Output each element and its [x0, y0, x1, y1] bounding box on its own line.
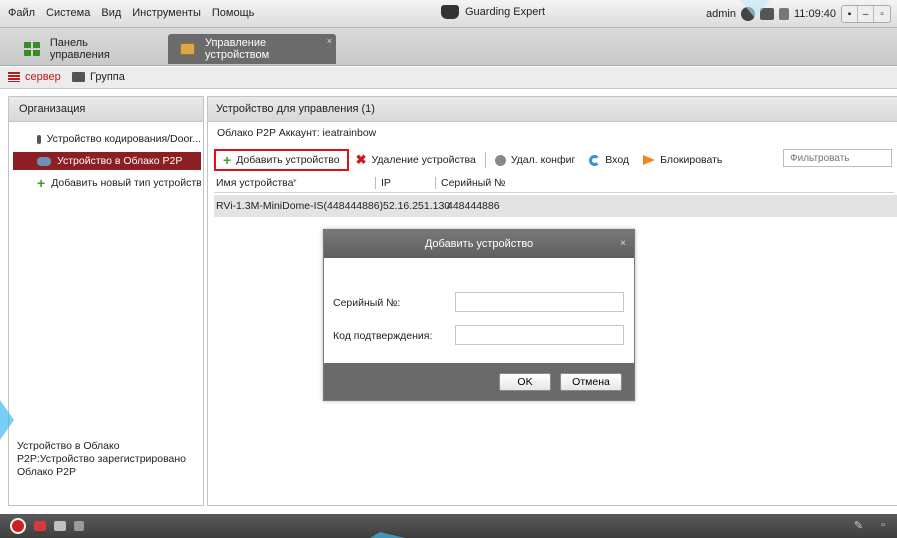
- tab-close-icon[interactable]: ×: [327, 36, 332, 46]
- delete-device-button[interactable]: ✖ Удаление устройства: [349, 149, 483, 171]
- tree-item-label: Добавить новый тип устройств: [51, 177, 201, 189]
- alarm-icon[interactable]: [10, 518, 26, 534]
- menu-view[interactable]: Вид: [101, 7, 121, 19]
- menu-list: Файл Система Вид Инструменты Помощь: [8, 7, 254, 19]
- tree-item-p2p-cloud-device[interactable]: Устройство в Облако P2P: [13, 152, 201, 170]
- cell-ip: 52.16.251.130: [383, 200, 451, 212]
- window-controls: ▪ – ▫: [841, 5, 891, 23]
- window-icon[interactable]: ▫: [881, 519, 885, 532]
- group-icon: [72, 72, 85, 82]
- lock-icon[interactable]: ▪: [842, 6, 858, 22]
- subtab-label: сервер: [25, 71, 61, 83]
- subtab-label: Группа: [90, 71, 125, 83]
- tab-label: Управление устройством: [204, 37, 270, 61]
- status-bar: ✎ ▫: [0, 514, 897, 538]
- device-type-description: Устройство в Облако P2P:Устройство зарег…: [17, 440, 187, 478]
- column-device-name[interactable]: Имя устройства: [216, 177, 293, 189]
- table-header: ▾ Имя устройства IP Серийный №: [214, 173, 894, 193]
- app-title: Guarding Expert: [465, 6, 546, 18]
- table-row[interactable]: RVi-1.3M-MiniDome-IS(448444886) 52.16.25…: [214, 195, 897, 217]
- delete-device-label: Удаление устройства: [371, 154, 476, 166]
- organization-panel: Организация Устройство кодирования/Door.…: [8, 96, 204, 506]
- login-button[interactable]: Вход: [582, 149, 636, 171]
- cell-device-name: RVi-1.3M-MiniDome-IS(448444886): [216, 200, 384, 212]
- verification-code-label: Код подтверждения:: [333, 330, 433, 342]
- pin-icon[interactable]: ✎: [854, 519, 863, 532]
- guarding-expert-logo-icon: [441, 5, 459, 19]
- menu-bar: Файл Система Вид Инструменты Помощь Guar…: [0, 0, 897, 28]
- menu-file[interactable]: Файл: [8, 7, 35, 19]
- column-ip[interactable]: IP: [381, 177, 391, 189]
- sub-tab-bar: сервер Группа: [0, 67, 897, 89]
- block-label: Блокировать: [660, 154, 723, 166]
- tab-bar: Панель управления Управление устройством…: [0, 28, 897, 66]
- menu-system[interactable]: Система: [46, 7, 90, 19]
- gear-icon: [494, 154, 506, 166]
- network-icon[interactable]: [740, 7, 755, 21]
- tree-item-add-device-type[interactable]: + Добавить новый тип устройств: [13, 174, 201, 192]
- block-button[interactable]: Блокировать: [636, 149, 729, 171]
- menu-help[interactable]: Помощь: [212, 7, 255, 19]
- tab-device-management[interactable]: Управление устройством ×: [168, 34, 336, 64]
- clock: 11:09:40: [793, 8, 836, 20]
- column-divider[interactable]: [435, 177, 436, 189]
- add-device-label: Добавить устройство: [236, 154, 340, 166]
- cell-serial: 448444886: [447, 200, 500, 212]
- add-device-dialog: Добавить устройство × Серийный №: Код по…: [323, 229, 635, 401]
- remote-config-label: Удал. конфиг: [510, 154, 576, 166]
- close-icon[interactable]: ×: [620, 230, 626, 258]
- delete-icon: ✖: [355, 152, 367, 167]
- restore-icon[interactable]: ▫: [874, 6, 890, 22]
- toolbar-divider: [484, 152, 486, 168]
- minimize-icon[interactable]: –: [858, 6, 874, 22]
- sound-icon[interactable]: [74, 521, 84, 531]
- login-label: Вход: [605, 154, 630, 166]
- cloud-device-icon: [37, 156, 51, 166]
- tab-label: Панель управления: [49, 37, 110, 61]
- ok-button[interactable]: OK: [499, 373, 551, 391]
- organization-title: Организация: [9, 97, 203, 122]
- subtab-group[interactable]: Группа: [72, 71, 125, 83]
- add-device-button[interactable]: + Добавить устройство: [214, 149, 349, 171]
- status-icons: [10, 518, 84, 534]
- control-panel-icon: [24, 42, 40, 56]
- dialog-header[interactable]: Добавить устройство ×: [324, 230, 634, 258]
- devices-title: Устройство для управления (1): [208, 97, 897, 122]
- menu-tools[interactable]: Инструменты: [132, 7, 201, 19]
- serial-field[interactable]: [455, 292, 624, 312]
- server-icon: [8, 72, 20, 82]
- cancel-button[interactable]: Отмена: [560, 373, 622, 391]
- image-icon[interactable]: [54, 521, 66, 531]
- filter-input[interactable]: [783, 149, 892, 167]
- device-management-icon: [180, 43, 195, 55]
- status-right-icons: ✎ ▫: [854, 519, 885, 532]
- dialog-footer: OK Отмена: [324, 363, 634, 400]
- rate-icon[interactable]: [778, 8, 789, 20]
- subtab-server[interactable]: сервер: [8, 71, 61, 83]
- plus-icon: +: [223, 152, 232, 168]
- block-icon: [643, 155, 656, 165]
- sort-arrow-icon[interactable]: ▾: [293, 177, 297, 185]
- device-toolbar: + Добавить устройство ✖ Удаление устройс…: [214, 149, 729, 171]
- plus-icon: +: [37, 175, 46, 191]
- top-right-status: admin 11:09:40 ▪ – ▫: [706, 5, 891, 23]
- remote-config-button[interactable]: Удал. конфиг: [488, 149, 582, 171]
- tree-item-label: Устройство в Облако P2P: [57, 155, 183, 167]
- app-brand: Guarding Expert: [441, 5, 545, 19]
- column-divider[interactable]: [375, 177, 376, 189]
- encoding-device-icon: [37, 134, 41, 144]
- record-icon[interactable]: [34, 521, 46, 531]
- tab-control-panel[interactable]: Панель управления: [12, 34, 162, 64]
- tree-item-encoding-device[interactable]: Устройство кодирования/Door...: [13, 130, 201, 148]
- dialog-title: Добавить устройство: [424, 238, 534, 250]
- column-serial[interactable]: Серийный №: [441, 177, 505, 189]
- username: admin: [706, 8, 736, 20]
- verification-code-field[interactable]: [455, 325, 624, 345]
- login-icon: [589, 154, 601, 166]
- cpu-icon[interactable]: [759, 8, 774, 20]
- tree-item-label: Устройство кодирования/Door...: [46, 133, 201, 145]
- p2p-account: Облако P2P Аккаунт: ieatrainbow: [217, 127, 377, 139]
- serial-label: Серийный №:: [333, 297, 401, 309]
